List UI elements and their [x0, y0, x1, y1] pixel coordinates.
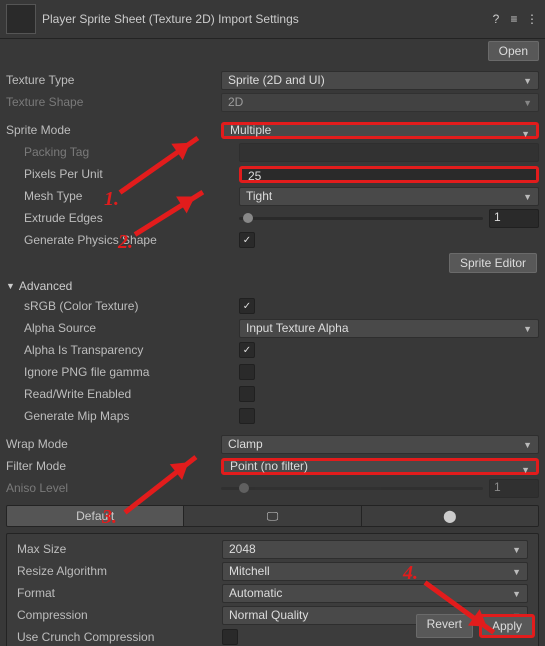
menu-icon[interactable]: ⋮ [525, 12, 539, 26]
texture-shape-dropdown: 2D▼ [221, 93, 539, 112]
gen-mip-label: Generate Mip Maps [6, 409, 239, 423]
texture-type-label: Texture Type [6, 73, 221, 87]
crunch-checkbox[interactable] [222, 629, 238, 645]
advanced-foldout[interactable]: ▼Advanced [0, 275, 545, 295]
read-write-checkbox[interactable] [239, 386, 255, 402]
annotation-label: 2. [118, 231, 133, 254]
texture-type-dropdown[interactable]: Sprite (2D and UI)▼ [221, 71, 539, 90]
annotation-label: 4. [403, 562, 418, 585]
resize-algo-dropdown[interactable]: Mitchell▼ [222, 562, 528, 581]
sprite-mode-dropdown[interactable]: Multiple▼ [221, 122, 539, 139]
aniso-label: Aniso Level [6, 481, 221, 495]
extrude-edges-slider[interactable]: 1 [239, 209, 539, 228]
ignore-gamma-checkbox[interactable] [239, 364, 255, 380]
format-dropdown[interactable]: Automatic▼ [222, 584, 528, 603]
resize-algo-label: Resize Algorithm [17, 564, 222, 578]
chevron-down-icon: ▼ [512, 545, 521, 555]
annotation-label: 1. [104, 188, 119, 211]
ignore-gamma-label: Ignore PNG file gamma [6, 365, 239, 379]
packing-tag-label: Packing Tag [6, 145, 239, 159]
tab-android[interactable]: ⬤ [362, 506, 538, 526]
max-size-dropdown[interactable]: 2048▼ [222, 540, 528, 559]
extrude-edges-label: Extrude Edges [6, 211, 239, 225]
chevron-down-icon: ▼ [523, 98, 532, 108]
chevron-down-icon: ▼ [523, 324, 532, 334]
srgb-label: sRGB (Color Texture) [6, 299, 239, 313]
ppu-label: Pixels Per Unit [6, 167, 239, 181]
ppu-input[interactable]: 25 [239, 166, 539, 183]
texture-shape-label: Texture Shape [6, 95, 221, 109]
tab-standalone[interactable]: 🖵 [184, 506, 361, 526]
packing-tag-input [239, 143, 539, 162]
chevron-down-icon: ▼ [521, 129, 530, 139]
srgb-checkbox[interactable]: ✓ [239, 298, 255, 314]
revert-button[interactable]: Revert [416, 614, 473, 638]
filter-mode-dropdown[interactable]: Point (no filter)▼ [221, 458, 539, 475]
chevron-down-icon: ▼ [6, 281, 15, 291]
read-write-label: Read/Write Enabled [6, 387, 239, 401]
max-size-label: Max Size [17, 542, 222, 556]
asset-thumbnail [6, 4, 36, 34]
chevron-down-icon: ▼ [523, 192, 532, 202]
wrap-mode-dropdown[interactable]: Clamp▼ [221, 435, 539, 454]
gen-physics-checkbox[interactable]: ✓ [239, 232, 255, 248]
mesh-type-dropdown[interactable]: Tight▼ [239, 187, 539, 206]
gen-mip-checkbox[interactable] [239, 408, 255, 424]
compression-label: Compression [17, 608, 222, 622]
extrude-edges-value[interactable]: 1 [489, 209, 539, 228]
alpha-source-label: Alpha Source [6, 321, 239, 335]
sprite-editor-button[interactable]: Sprite Editor [449, 253, 537, 273]
chevron-down-icon: ▼ [523, 440, 532, 450]
annotation-label: 3. [102, 506, 117, 529]
open-button[interactable]: Open [488, 41, 539, 61]
android-icon: ⬤ [443, 509, 456, 523]
monitor-icon: 🖵 [267, 509, 279, 524]
alpha-transparency-label: Alpha Is Transparency [6, 343, 239, 357]
help-icon[interactable]: ? [489, 12, 503, 26]
format-label: Format [17, 586, 222, 600]
chevron-down-icon: ▼ [523, 76, 532, 86]
chevron-down-icon: ▼ [521, 465, 530, 475]
chevron-down-icon: ▼ [512, 589, 521, 599]
aniso-slider: 1 [221, 479, 539, 498]
chevron-down-icon: ▼ [512, 567, 521, 577]
alpha-transparency-checkbox[interactable]: ✓ [239, 342, 255, 358]
inspector-title: Player Sprite Sheet (Texture 2D) Import … [42, 12, 485, 26]
tab-default[interactable]: Default [7, 506, 184, 526]
preset-icon[interactable]: ≡ [507, 12, 521, 26]
aniso-value: 1 [489, 479, 539, 498]
crunch-label: Use Crunch Compression [17, 630, 222, 644]
alpha-source-dropdown[interactable]: Input Texture Alpha▼ [239, 319, 539, 338]
